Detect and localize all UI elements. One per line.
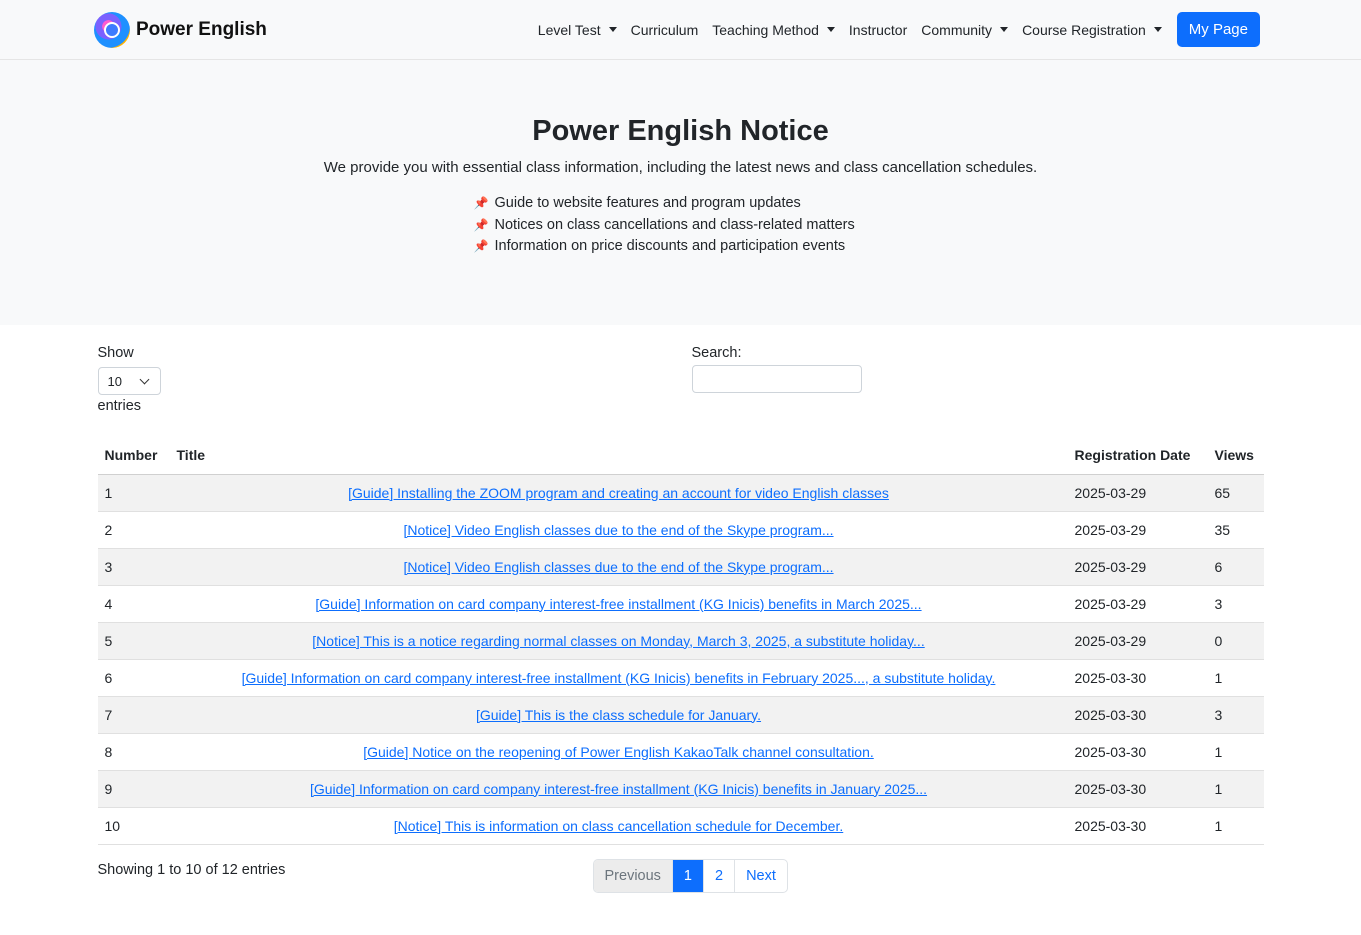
list-item: 📌 Notices on class cancellations and clas… <box>474 215 874 237</box>
pushpin-icon: 📌 <box>473 196 489 210</box>
column-header-views[interactable]: Views <box>1207 436 1264 475</box>
entries-length-control: Show 10 entries <box>97 345 1264 414</box>
page-description: We provide you with essential class info… <box>323 159 1038 176</box>
page-button-1[interactable]: 1 <box>671 859 703 892</box>
notice-title-link[interactable]: [Notice] This is a notice regarding norm… <box>312 633 924 649</box>
notice-table-section: Show 10 entries Search: Number Title Reg… <box>97 325 1264 895</box>
brand-logo-icon <box>94 12 130 48</box>
notice-title-link[interactable]: [Guide] This is the class schedule for J… <box>476 707 761 723</box>
table-row: 7 [Guide] This is the class schedule for … <box>97 696 1264 734</box>
chevron-down-icon <box>1000 27 1009 32</box>
notice-title-link[interactable]: [Guide] Notice on the reopening of Power… <box>363 744 874 760</box>
nav-community[interactable]: Community <box>914 22 1015 38</box>
table-row: 5 [Notice] This is a notice regarding nor… <box>97 622 1264 660</box>
pushpin-icon: 📌 <box>473 217 489 232</box>
table-row: 3 [Notice] Video English classes due to t… <box>97 548 1264 586</box>
entries-label: entries <box>97 398 142 414</box>
table-row: 9 [Guide] Information on card company int… <box>97 770 1264 808</box>
nav-teaching-method[interactable]: Teaching Method <box>705 22 842 38</box>
entries-select[interactable]: 10 <box>97 367 161 395</box>
next-page-button[interactable]: Next <box>734 859 787 892</box>
show-label: Show <box>97 345 134 361</box>
brand-name: Power English <box>136 19 267 40</box>
nav-course-registration[interactable]: Course Registration <box>1015 22 1169 38</box>
previous-page-button[interactable]: Previous <box>593 859 672 892</box>
search-control: Search: <box>691 345 862 393</box>
page-button-2[interactable]: 2 <box>703 859 734 892</box>
main-nav: Level Test Curriculum Teaching Method In… <box>531 12 1260 47</box>
notice-title-link[interactable]: [Guide] Information on card company inte… <box>310 781 927 797</box>
notice-table: Number Title Registration Date Views 1 [G… <box>97 436 1264 845</box>
column-header-registration-date[interactable]: Registration Date <box>1067 436 1208 475</box>
table-row: 4 [Guide] Information on card company int… <box>97 585 1264 623</box>
table-row: 6 [Guide] Information on card company int… <box>97 659 1264 697</box>
chevron-down-icon <box>608 27 617 32</box>
chevron-down-icon <box>826 27 835 32</box>
table-row: 1 [Guide] Installing the ZOOM program and… <box>97 474 1264 512</box>
top-navbar: Power English Level Test Curriculum Teac… <box>0 0 1361 60</box>
nav-curriculum[interactable]: Curriculum <box>624 22 706 38</box>
nav-instructor[interactable]: Instructor <box>842 22 914 38</box>
column-header-title[interactable]: Title <box>169 436 1068 475</box>
brand-link[interactable]: Power English <box>94 12 267 48</box>
chevron-down-icon <box>139 374 149 385</box>
table-row: 10 [Notice] This is information on class … <box>97 807 1264 845</box>
notice-title-link[interactable]: [Guide] Information on card company inte… <box>315 596 921 612</box>
search-label: Search: <box>691 345 742 361</box>
nav-level-test[interactable]: Level Test <box>531 22 624 38</box>
feature-list: 📌 Guide to website features and program u… <box>474 193 874 258</box>
my-page-button[interactable]: My Page <box>1176 12 1260 47</box>
notice-title-link[interactable]: [Notice] Video English classes due to th… <box>403 522 833 538</box>
table-footer: Showing 1 to 10 of 12 entries Previous 1… <box>98 845 1264 895</box>
pagination: Previous 1 2 Next <box>592 858 788 893</box>
column-header-number[interactable]: Number <box>97 436 170 475</box>
hero-section: Power English Notice We provide you with… <box>0 60 1361 325</box>
page-title: Power English Notice <box>532 115 829 147</box>
entries-info: Showing 1 to 10 of 12 entries <box>97 861 286 878</box>
search-input[interactable] <box>691 365 862 393</box>
notice-title-link[interactable]: [Guide] Installing the ZOOM program and … <box>348 485 889 501</box>
table-header-row: Number Title Registration Date Views <box>97 436 1264 475</box>
notice-title-link[interactable]: [Notice] Video English classes due to th… <box>403 559 833 575</box>
pushpin-icon: 📌 <box>473 239 489 253</box>
notice-title-link[interactable]: [Guide] Information on card company inte… <box>242 670 996 686</box>
chevron-down-icon <box>1153 27 1162 32</box>
table-row: 8 [Guide] Notice on the reopening of Powe… <box>97 733 1264 771</box>
table-row: 2 [Notice] Video English classes due to t… <box>97 511 1264 549</box>
notice-title-link[interactable]: [Notice] This is information on class ca… <box>394 818 844 834</box>
list-item: 📌 Information on price discounts and part… <box>474 236 874 258</box>
list-item: 📌 Guide to website features and program u… <box>474 193 874 215</box>
